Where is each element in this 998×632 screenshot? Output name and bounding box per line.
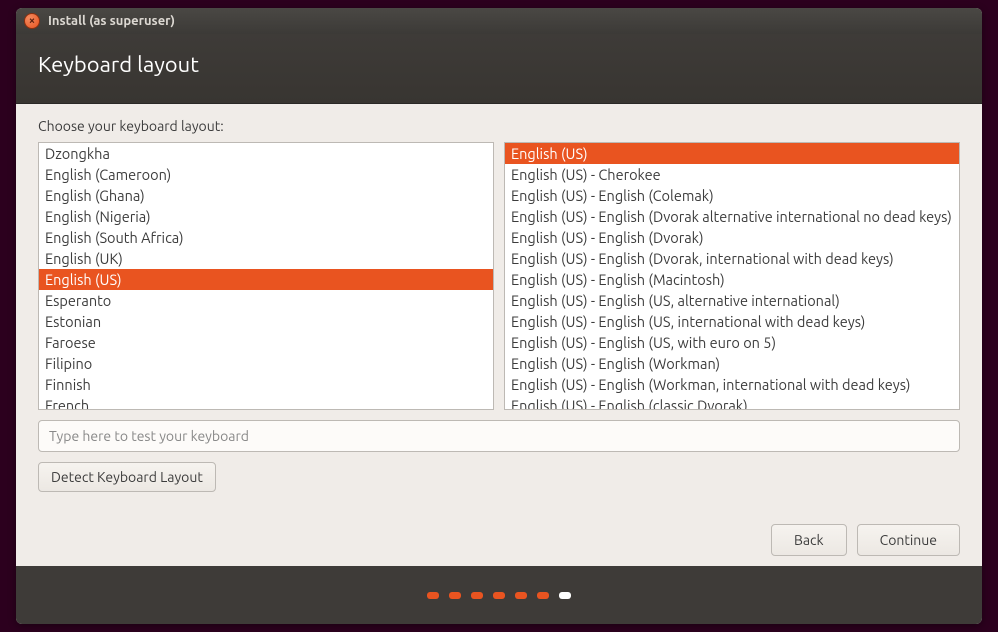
variant-item[interactable]: English (US) - English (Colemak): [505, 185, 959, 206]
page-header: Keyboard layout: [16, 34, 982, 104]
instruction-text: Choose your keyboard layout:: [38, 118, 960, 134]
layout-item[interactable]: English (UK): [39, 248, 493, 269]
progress-dot: [427, 592, 439, 599]
variant-item[interactable]: English (US) - Cherokee: [505, 164, 959, 185]
variant-item[interactable]: English (US): [505, 143, 959, 164]
layout-item[interactable]: English (Nigeria): [39, 206, 493, 227]
progress-dot: [471, 592, 483, 599]
keyboard-test-input[interactable]: [38, 420, 960, 452]
close-icon[interactable]: ×: [24, 13, 40, 29]
layout-item[interactable]: Estonian: [39, 311, 493, 332]
variant-item[interactable]: English (US) - English (Workman): [505, 353, 959, 374]
nav-buttons: Back Continue: [771, 524, 960, 556]
variant-item[interactable]: English (US) - English (Dvorak): [505, 227, 959, 248]
content-area: Choose your keyboard layout: DzongkhaEng…: [16, 104, 982, 566]
progress-dot: [493, 592, 505, 599]
continue-button[interactable]: Continue: [857, 524, 960, 556]
layout-item[interactable]: English (US): [39, 269, 493, 290]
progress-dot: [515, 592, 527, 599]
variant-item[interactable]: English (US) - English (US, internationa…: [505, 311, 959, 332]
progress-dot: [449, 592, 461, 599]
install-window: × Install (as superuser) Keyboard layout…: [16, 8, 982, 624]
progress-dot: [537, 592, 549, 599]
progress-dot: [559, 592, 571, 599]
window-title: Install (as superuser): [48, 14, 175, 28]
layout-item[interactable]: Dzongkha: [39, 143, 493, 164]
layout-item[interactable]: Finnish: [39, 374, 493, 395]
layout-item[interactable]: Esperanto: [39, 290, 493, 311]
variants-listbox[interactable]: English (US)English (US) - CherokeeEngli…: [504, 142, 960, 410]
variant-item[interactable]: English (US) - English (Dvorak, internat…: [505, 248, 959, 269]
layout-item[interactable]: Filipino: [39, 353, 493, 374]
variant-item[interactable]: English (US) - English (Workman, interna…: [505, 374, 959, 395]
progress-footer: [16, 566, 982, 624]
layout-item[interactable]: English (Cameroon): [39, 164, 493, 185]
back-button[interactable]: Back: [771, 524, 847, 556]
variant-item[interactable]: English (US) - English (classic Dvorak): [505, 395, 959, 410]
titlebar: × Install (as superuser): [16, 8, 982, 34]
layout-item[interactable]: English (Ghana): [39, 185, 493, 206]
layout-item[interactable]: Faroese: [39, 332, 493, 353]
variant-item[interactable]: English (US) - English (US, with euro on…: [505, 332, 959, 353]
variant-item[interactable]: English (US) - English (US, alternative …: [505, 290, 959, 311]
variant-item[interactable]: English (US) - English (Macintosh): [505, 269, 959, 290]
layout-item[interactable]: English (South Africa): [39, 227, 493, 248]
layout-lists: DzongkhaEnglish (Cameroon)English (Ghana…: [38, 142, 960, 410]
page-title: Keyboard layout: [38, 52, 199, 77]
detect-keyboard-button[interactable]: Detect Keyboard Layout: [38, 462, 216, 492]
variant-item[interactable]: English (US) - English (Dvorak alternati…: [505, 206, 959, 227]
layout-item[interactable]: French: [39, 395, 493, 410]
layouts-listbox[interactable]: DzongkhaEnglish (Cameroon)English (Ghana…: [38, 142, 494, 410]
